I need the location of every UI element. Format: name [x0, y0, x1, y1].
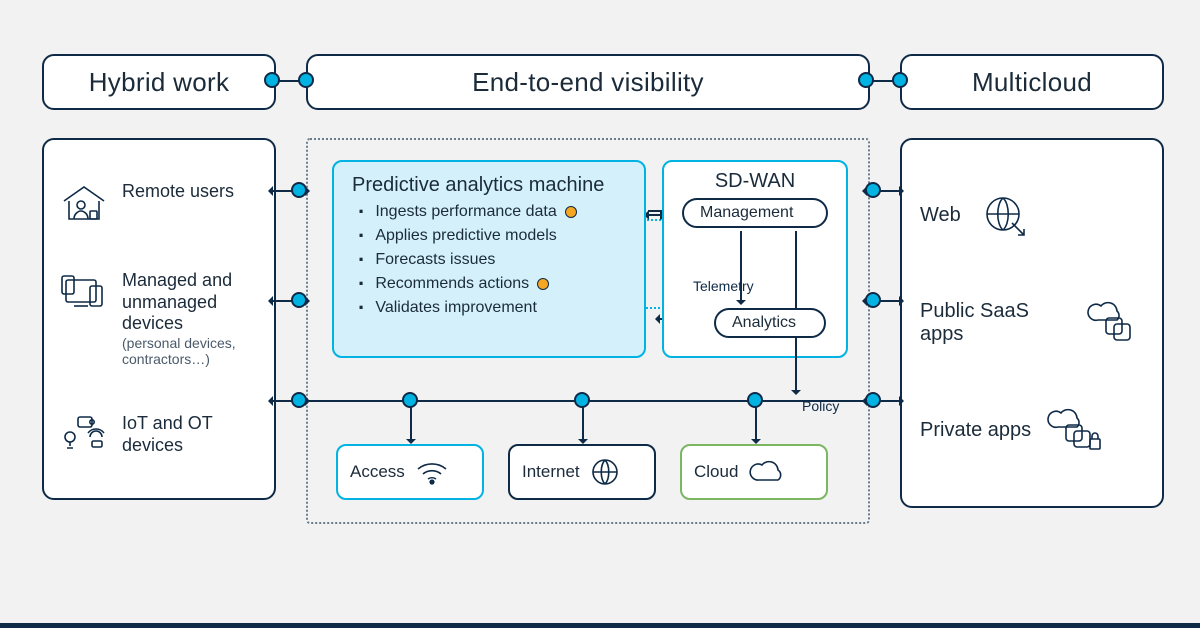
diagram-stage: Hybrid work End-to-end visibility Multic… [0, 0, 1200, 628]
predictive-item: Ingests performance data [352, 203, 626, 221]
private-apps-row: Private apps [902, 407, 1162, 453]
sdwan-analytics-pill: Analytics [714, 308, 826, 338]
sdwan-title: SD-WAN [664, 170, 846, 193]
internet-box: Internet [508, 444, 656, 500]
saas-label: Public SaaS apps [920, 300, 1070, 346]
iot-label: IoT and OT devices [122, 413, 260, 456]
globe-icon [590, 457, 620, 487]
private-apps-label: Private apps [920, 419, 1031, 442]
node-dot-icon [892, 72, 908, 88]
access-box: Access [336, 444, 484, 500]
remote-users-label: Remote users [122, 181, 234, 203]
node-dot-icon [298, 72, 314, 88]
iot-devices-icon [58, 413, 110, 453]
node-dot-icon [402, 392, 418, 408]
header-multicloud: Multicloud [900, 54, 1164, 110]
node-dot-icon [574, 392, 590, 408]
node-dot-icon [747, 392, 763, 408]
web-label: Web [920, 204, 961, 227]
web-row: Web [902, 193, 1162, 239]
node-dot-icon [291, 182, 307, 198]
devices-label-wrap: Managed and unmanaged devices (personal … [122, 270, 260, 367]
telemetry-label: Telemetry [693, 278, 754, 294]
predictive-analytics-box: Predictive analytics machine Ingests per… [332, 160, 646, 358]
node-dot-icon [865, 292, 881, 308]
remote-users-row: Remote users [44, 181, 274, 223]
cloud-label: Cloud [694, 462, 738, 482]
data-point-icon [537, 278, 549, 290]
sdwan-management-pill: Management [682, 198, 828, 228]
devices-sublabel: (personal devices, contractors…) [122, 335, 260, 367]
node-dot-icon [291, 292, 307, 308]
multicloud-panel: Web Public SaaS apps Private apps [900, 138, 1164, 508]
node-dot-icon [865, 182, 881, 198]
saas-row: Public SaaS apps [902, 300, 1162, 346]
arrowhead-icon [650, 314, 660, 324]
devices-icon [58, 270, 110, 314]
hybrid-work-panel: Remote users Managed and unmanaged devic… [42, 138, 276, 500]
node-dot-icon [264, 72, 280, 88]
predictive-item: Recommends actions [352, 275, 626, 293]
wifi-icon [415, 459, 449, 485]
devices-label: Managed and unmanaged devices [122, 270, 260, 335]
policy-label: Policy [802, 398, 839, 414]
private-cloud-icon [1045, 407, 1105, 453]
devices-row: Managed and unmanaged devices (personal … [44, 270, 274, 367]
cloud-icon [748, 460, 786, 484]
iot-row: IoT and OT devices [44, 413, 274, 456]
header-visibility: End-to-end visibility [306, 54, 870, 110]
data-point-icon [565, 206, 577, 218]
remote-user-icon [58, 181, 110, 223]
predictive-item: Applies predictive models [352, 227, 626, 245]
predictive-item: Forecasts issues [352, 251, 626, 269]
cloud-apps-icon [1084, 300, 1144, 346]
node-dot-icon [858, 72, 874, 88]
footer-rule [0, 623, 1200, 628]
web-globe-icon [975, 193, 1035, 239]
internet-label: Internet [522, 462, 580, 482]
node-dot-icon [865, 392, 881, 408]
cloud-box: Cloud [680, 444, 828, 500]
node-dot-icon [291, 392, 307, 408]
predictive-title: Predictive analytics machine [352, 174, 626, 197]
access-label: Access [350, 462, 405, 482]
header-hybrid-work: Hybrid work [42, 54, 276, 110]
predictive-item: Validates improvement [352, 299, 626, 317]
